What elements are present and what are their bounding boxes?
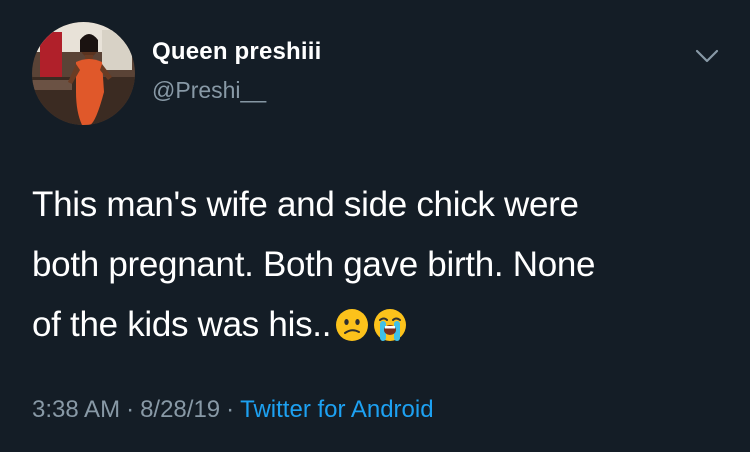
tweet-text-line: of the kids was his.. [32,305,332,344]
tweet-text: This man's wife and side chick were both… [32,175,732,355]
tweet-card: Queen preshiii @Preshi__ This man's wife… [0,0,750,452]
display-name[interactable]: Queen preshiii [152,38,322,66]
tweet-text-line-last: of the kids was his.. [32,295,732,355]
confused-face-emoji [335,308,369,342]
avatar[interactable] [32,22,135,125]
tweet-text-line: both pregnant. Both gave birth. None [32,245,596,284]
loudly-crying-face-emoji [373,308,407,342]
tweet-text-line: This man's wife and side chick were [32,185,579,224]
tweet-source-link[interactable]: Twitter for Android [240,396,433,423]
chevron-down-icon[interactable] [694,47,720,65]
tweet-meta: 3:38 AM · 8/28/19 · Twitter for Android [32,396,434,424]
meta-separator: · [226,396,235,423]
meta-separator: · [126,396,135,423]
tweet-date: 8/28/19 [140,396,221,423]
tweet-time: 3:38 AM [32,396,121,423]
user-handle[interactable]: @Preshi__ [152,77,266,104]
